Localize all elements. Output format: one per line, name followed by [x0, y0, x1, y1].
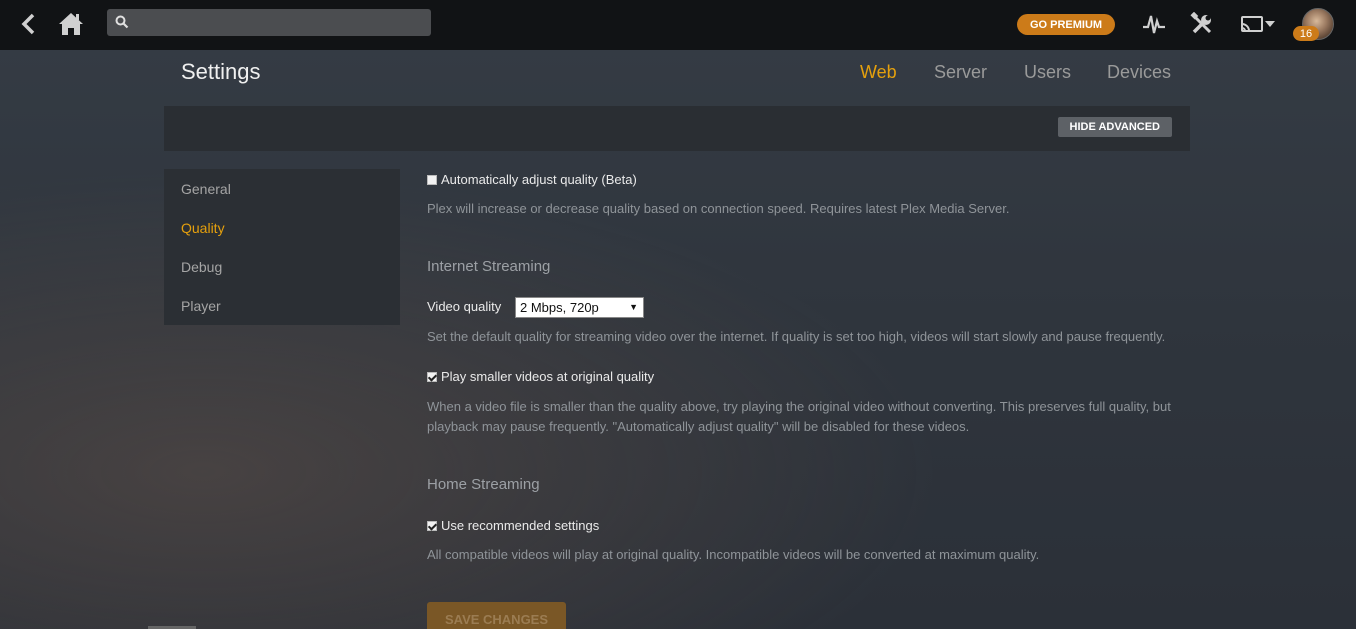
video-quality-label: Video quality	[427, 299, 502, 314]
use-recommended-checkbox[interactable]: Use recommended settings	[427, 518, 599, 533]
sidebar-item-debug[interactable]: Debug	[181, 259, 222, 275]
checkbox-unchecked[interactable]	[427, 174, 437, 185]
settings-tabs: Web Server Users Devices	[0, 62, 1356, 86]
use-recommended-help: All compatible videos will play at origi…	[427, 547, 1040, 562]
video-quality-value: 2 Mbps, 720p	[520, 300, 599, 315]
home-streaming-title: Home Streaming	[427, 476, 540, 493]
tab-devices[interactable]: Devices	[1107, 62, 1171, 83]
tab-server[interactable]: Server	[934, 62, 987, 83]
video-quality-select[interactable]: 2 Mbps, 720p ▼	[515, 297, 644, 318]
cast-icon[interactable]	[1236, 10, 1278, 38]
tools-icon[interactable]	[1188, 10, 1216, 38]
play-smaller-help-line1: When a video file is smaller than the qu…	[427, 399, 1171, 414]
home-icon[interactable]	[54, 8, 88, 40]
play-smaller-original-checkbox[interactable]: Play smaller videos at original quality	[427, 369, 654, 384]
activity-icon[interactable]	[1140, 10, 1168, 38]
tab-web[interactable]: Web	[860, 62, 897, 83]
search-box[interactable]	[107, 9, 431, 36]
auto-adjust-help: Plex will increase or decrease quality b…	[427, 201, 1010, 216]
play-smaller-original-label: Play smaller videos at original quality	[441, 369, 655, 384]
checkbox-checked[interactable]	[427, 520, 437, 531]
use-recommended-label: Use recommended settings	[441, 518, 600, 533]
internet-streaming-title: Internet Streaming	[427, 258, 551, 275]
search-icon	[115, 15, 129, 29]
top-bar: GO PREMIUM 16	[0, 0, 1356, 50]
auto-adjust-quality-label: Automatically adjust quality (Beta)	[441, 172, 637, 187]
notification-badge: 16	[1293, 26, 1319, 41]
play-smaller-help-line2: playback may pause frequently. "Automati…	[427, 419, 970, 434]
auto-adjust-quality-checkbox[interactable]: Automatically adjust quality (Beta)	[427, 172, 637, 187]
sidebar-item-player[interactable]: Player	[181, 298, 221, 314]
checkbox-checked[interactable]	[427, 371, 437, 382]
back-icon[interactable]	[14, 10, 42, 38]
chevron-down-icon: ▼	[629, 302, 638, 312]
search-input[interactable]	[133, 9, 423, 36]
advanced-bar: HIDE ADVANCED	[164, 106, 1190, 151]
save-changes-button[interactable]: SAVE CHANGES	[427, 602, 566, 629]
hide-advanced-button[interactable]: HIDE ADVANCED	[1057, 117, 1172, 137]
go-premium-button[interactable]: GO PREMIUM	[1017, 14, 1115, 35]
settings-sidebar: General Quality Debug Player	[164, 169, 400, 325]
sidebar-item-quality[interactable]: Quality	[181, 220, 225, 236]
sidebar-item-general[interactable]: General	[181, 181, 231, 197]
tab-users[interactable]: Users	[1024, 62, 1071, 83]
video-quality-help: Set the default quality for streaming vi…	[427, 329, 1166, 344]
